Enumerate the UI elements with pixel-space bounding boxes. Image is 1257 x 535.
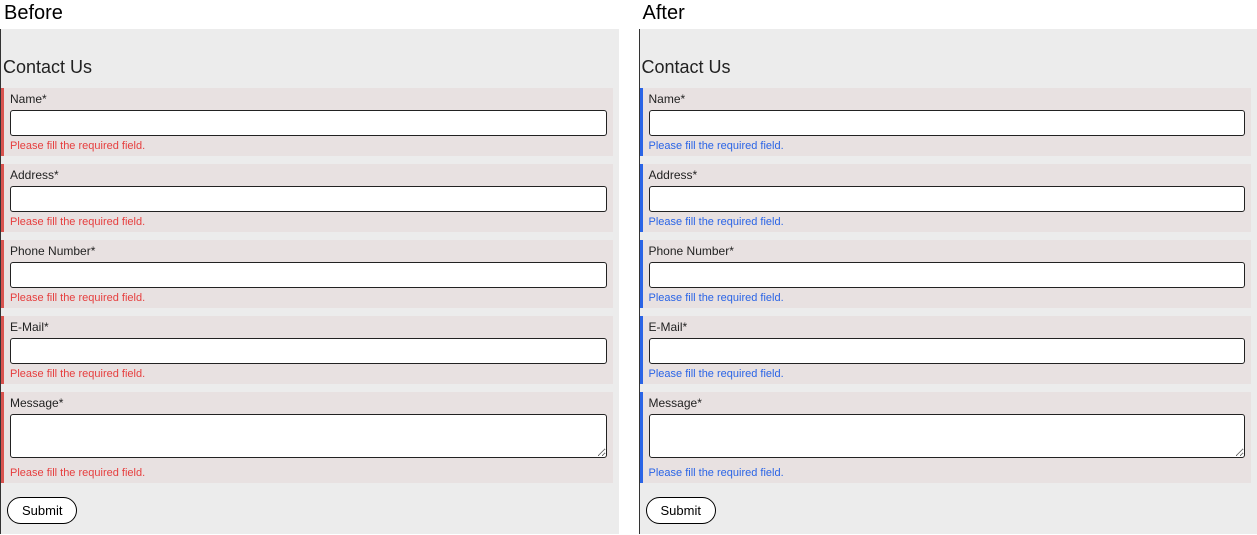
- error-message: Please fill the required field.: [649, 467, 1246, 479]
- before-form-heading: Contact Us: [3, 29, 613, 88]
- label-email: E-Mail*: [649, 320, 1246, 334]
- field-group-email: E-Mail* Please fill the required field.: [1, 316, 613, 384]
- message-textarea[interactable]: [10, 414, 607, 458]
- before-panel: Contact Us Name* Please fill the require…: [0, 29, 619, 534]
- name-input[interactable]: [10, 110, 607, 136]
- after-panel: Contact Us Name* Please fill the require…: [639, 29, 1257, 534]
- field-group-name: Name* Please fill the required field.: [640, 88, 1252, 156]
- error-address: Please fill the required field.: [10, 216, 607, 228]
- field-group-email: E-Mail* Please fill the required field.: [640, 316, 1252, 384]
- email-input[interactable]: [649, 338, 1246, 364]
- label-message: Message*: [649, 396, 1246, 410]
- after-form-heading: Contact Us: [642, 29, 1252, 88]
- phone-input[interactable]: [10, 262, 607, 288]
- submit-wrap: Submit: [1, 491, 613, 524]
- error-email: Please fill the required field.: [10, 368, 607, 380]
- label-address: Address*: [10, 168, 607, 182]
- label-email: E-Mail*: [10, 320, 607, 334]
- error-address: Please fill the required field.: [649, 216, 1246, 228]
- error-phone: Please fill the required field.: [10, 292, 607, 304]
- address-input[interactable]: [10, 186, 607, 212]
- field-group-name: Name* Please fill the required field.: [1, 88, 613, 156]
- field-group-address: Address* Please fill the required field.: [1, 164, 613, 232]
- field-group-phone: Phone Number* Please fill the required f…: [640, 240, 1252, 308]
- field-group-message: Message* Please fill the required field.: [1, 392, 613, 483]
- message-textarea[interactable]: [649, 414, 1246, 458]
- before-title: Before: [0, 0, 619, 29]
- submit-button[interactable]: Submit: [7, 497, 77, 524]
- address-input[interactable]: [649, 186, 1246, 212]
- submit-wrap: Submit: [640, 491, 1252, 524]
- label-name: Name*: [10, 92, 607, 106]
- after-title: After: [639, 0, 1257, 29]
- label-name: Name*: [649, 92, 1246, 106]
- error-email: Please fill the required field.: [649, 368, 1246, 380]
- name-input[interactable]: [649, 110, 1246, 136]
- field-group-message: Message* Please fill the required field.: [640, 392, 1252, 483]
- after-column: After Contact Us Name* Please fill the r…: [639, 0, 1257, 534]
- phone-input[interactable]: [649, 262, 1246, 288]
- error-message: Please fill the required field.: [10, 467, 607, 479]
- submit-button[interactable]: Submit: [646, 497, 716, 524]
- error-name: Please fill the required field.: [649, 140, 1246, 152]
- before-column: Before Contact Us Name* Please fill the …: [0, 0, 619, 534]
- label-phone: Phone Number*: [10, 244, 607, 258]
- field-group-phone: Phone Number* Please fill the required f…: [1, 240, 613, 308]
- email-input[interactable]: [10, 338, 607, 364]
- field-group-address: Address* Please fill the required field.: [640, 164, 1252, 232]
- error-phone: Please fill the required field.: [649, 292, 1246, 304]
- label-address: Address*: [649, 168, 1246, 182]
- label-phone: Phone Number*: [649, 244, 1246, 258]
- label-message: Message*: [10, 396, 607, 410]
- error-name: Please fill the required field.: [10, 140, 607, 152]
